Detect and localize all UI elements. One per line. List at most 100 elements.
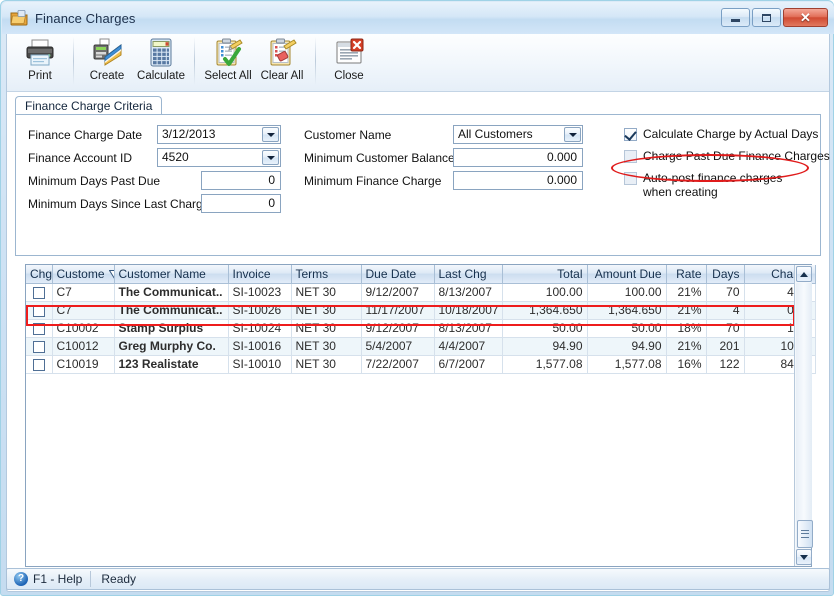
customer-name-input[interactable]: All Customers [453, 125, 583, 144]
auto-post-finance-charges-row[interactable]: Auto-post finance charges when creating [624, 171, 793, 199]
title-bar: Finance Charges ✕ [2, 2, 834, 34]
column-header-days[interactable]: Days [706, 265, 745, 284]
status-text: Ready [101, 572, 137, 586]
chevron-up-icon [800, 271, 808, 277]
row-checkbox-cell[interactable] [26, 337, 53, 356]
cell-due-date: 11/17/2007 [361, 301, 435, 320]
cell-days: 122 [706, 355, 745, 374]
cell-total: 1,577.08 [502, 355, 588, 374]
minimum-customer-balance-label: Minimum Customer Balance [304, 151, 455, 165]
print-button-label: Print [28, 70, 52, 82]
chevron-down-icon[interactable] [262, 150, 279, 165]
close-toolbar-button[interactable]: Close [322, 34, 376, 88]
row-checkbox[interactable] [32, 304, 45, 317]
toolbar-group-print: Print [13, 34, 67, 90]
table-row[interactable]: C10019 123 Realistate SI-10010 NET 30 7/… [26, 355, 816, 374]
table-row[interactable]: C10012 Greg Murphy Co. SI-10016 NET 30 5… [26, 337, 816, 356]
cell-rate: 21% [666, 301, 707, 320]
create-button[interactable]: Create [80, 34, 134, 88]
cell-days: 201 [706, 337, 745, 356]
minimum-customer-balance-input[interactable]: 0.000 [453, 148, 583, 167]
scrollbar-thumb[interactable] [797, 520, 813, 548]
calculate-button[interactable]: Calculate [134, 34, 188, 88]
cell-days: 70 [706, 283, 745, 302]
chevron-down-icon [800, 554, 808, 560]
column-header-customer-name[interactable]: Customer Name [114, 265, 229, 284]
cell-rate: 16% [666, 355, 707, 374]
clear-all-button-label: Clear All [260, 70, 304, 82]
column-header-total[interactable]: Total [502, 265, 588, 284]
calculate-button-label: Calculate [137, 70, 185, 82]
check-icon [624, 128, 637, 141]
row-checkbox[interactable] [32, 322, 45, 335]
calculate-charge-by-actual-days-row[interactable]: Calculate Charge by Actual Days [624, 127, 818, 141]
charge-past-due-finance-charges-label: Charge Past Due Finance Charges [643, 149, 830, 163]
calculate-charge-by-actual-days-checkbox[interactable] [624, 128, 637, 141]
minimum-days-since-last-charge-input[interactable]: 0 [201, 194, 281, 213]
minimum-days-past-due-input[interactable]: 0 [201, 171, 281, 190]
minimum-days-past-due-value: 0 [268, 173, 275, 187]
tab-strip: Finance Charge Criteria [15, 96, 821, 115]
clipboard-check-icon [212, 37, 244, 68]
window-controls: ✕ [721, 8, 828, 27]
column-header-rate[interactable]: Rate [666, 265, 707, 284]
column-header-customer[interactable]: Custome [52, 265, 115, 284]
column-header-chg[interactable]: Chg [26, 265, 53, 284]
cell-invoice: SI-10023 [228, 283, 292, 302]
minimize-icon [731, 19, 740, 22]
cell-due-date: 9/12/2007 [361, 319, 435, 338]
help-button[interactable]: ? F1 - Help [7, 569, 90, 589]
select-all-button[interactable]: Select All [201, 34, 255, 88]
row-checkbox[interactable] [32, 358, 45, 371]
auto-post-finance-charges-checkbox[interactable] [624, 172, 637, 185]
charge-past-due-finance-charges-row[interactable]: Charge Past Due Finance Charges [624, 149, 830, 163]
scrollbar-track[interactable] [796, 283, 813, 548]
finance-charge-date-label: Finance Charge Date [28, 128, 143, 142]
tab-finance-charge-criteria[interactable]: Finance Charge Criteria [15, 96, 163, 115]
table-row[interactable]: C7 The Communicat.. SI-10023 NET 30 9/12… [26, 283, 816, 302]
row-checkbox-cell[interactable] [26, 301, 53, 320]
scroll-down-button[interactable] [796, 549, 812, 565]
column-header-invoice[interactable]: Invoice [228, 265, 292, 284]
printer-icon [24, 37, 56, 68]
column-header-terms[interactable]: Terms [291, 265, 362, 284]
cell-terms: NET 30 [291, 319, 362, 338]
cell-invoice: SI-10024 [228, 319, 292, 338]
finance-charge-date-input[interactable]: 3/12/2013 [157, 125, 281, 144]
cell-customer: C7 [52, 283, 115, 302]
chevron-down-icon[interactable] [262, 127, 279, 142]
row-checkbox[interactable] [32, 286, 45, 299]
cell-customer-name: 123 Realistate [114, 355, 229, 374]
cell-days: 70 [706, 319, 745, 338]
row-checkbox-cell[interactable] [26, 355, 53, 374]
maximize-button[interactable] [752, 8, 781, 27]
toolbar-separator [73, 37, 74, 85]
grid-vertical-scrollbar[interactable] [794, 265, 813, 566]
table-row[interactable]: C10002 Stamp Surplus SI-10024 NET 30 9/1… [26, 319, 816, 338]
column-header-last-chg[interactable]: Last Chg [434, 265, 503, 284]
close-button[interactable]: ✕ [783, 8, 828, 27]
row-checkbox-cell[interactable] [26, 283, 53, 302]
column-header-due-date[interactable]: Due Date [361, 265, 435, 284]
cell-amount-due: 94.90 [587, 337, 667, 356]
finance-account-id-input[interactable]: 4520 [157, 148, 281, 167]
row-checkbox-cell[interactable] [26, 319, 53, 338]
grip-icon [801, 530, 809, 538]
cell-last-chg: 6/7/2007 [434, 355, 503, 374]
minimum-finance-charge-input[interactable]: 0.000 [453, 171, 583, 190]
table-row[interactable]: C7 The Communicat.. SI-10026 NET 30 11/1… [26, 301, 816, 320]
charge-past-due-finance-charges-checkbox[interactable] [624, 150, 637, 163]
toolbar-separator [194, 37, 195, 85]
column-header-amount-due[interactable]: Amount Due [587, 265, 667, 284]
row-checkbox[interactable] [32, 340, 45, 353]
print-button[interactable]: Print [13, 34, 67, 88]
minimize-button[interactable] [721, 8, 750, 27]
clear-all-button[interactable]: Clear All [255, 34, 309, 88]
calculator-icon [145, 37, 177, 68]
cell-total: 94.90 [502, 337, 588, 356]
cell-total: 50.00 [502, 319, 588, 338]
window-close-icon [333, 37, 365, 68]
scroll-up-button[interactable] [796, 266, 812, 282]
cell-last-chg: 4/4/2007 [434, 337, 503, 356]
chevron-down-icon[interactable] [564, 127, 581, 142]
